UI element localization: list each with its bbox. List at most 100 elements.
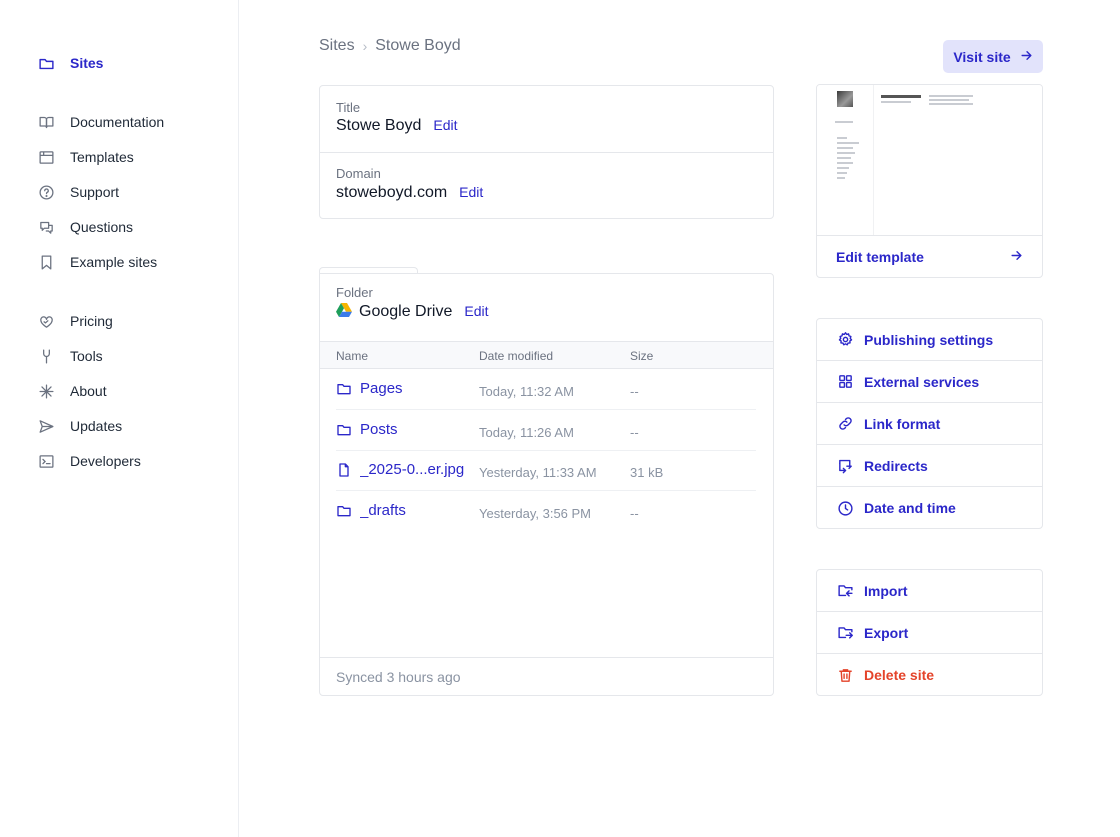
action-label: Link format [864, 415, 941, 432]
file-name: Posts [360, 421, 398, 438]
folder-export-icon [836, 624, 854, 642]
table-row[interactable]: Pages Today, 11:32 AM -- [336, 369, 756, 410]
book-icon [38, 114, 55, 131]
template-icon [38, 149, 55, 166]
sidebar-item-label: Documentation [70, 114, 165, 130]
sidebar-item-pricing[interactable]: Pricing [38, 310, 113, 332]
file-table-header: Name Date modified Size [320, 341, 773, 369]
sidebar: Sites Documentation Templates Support Qu… [0, 0, 239, 837]
template-preview-card: Edit template [816, 84, 1043, 278]
file-name: _drafts [360, 502, 406, 519]
column-size[interactable]: Size [630, 349, 653, 363]
title-field: Title Stowe Boyd Edit [336, 100, 458, 135]
import-button[interactable]: Import [817, 570, 1042, 612]
folder-label: Folder [336, 285, 373, 300]
file-name: Pages [360, 380, 403, 397]
folder-card: Folder Google Drive Edit Name Date modifi… [319, 273, 774, 696]
visit-site-button[interactable]: Visit site [943, 40, 1043, 73]
site-info-card: Title Stowe Boyd Edit Domain stoweboyd.co… [319, 85, 774, 219]
external-services-button[interactable]: External services [817, 361, 1042, 403]
folder-field: Folder Google Drive Edit [336, 285, 489, 321]
sync-status: Synced 3 hours ago [320, 657, 773, 696]
edit-template-button[interactable]: Edit template [817, 236, 1042, 277]
action-label: Redirects [864, 457, 928, 474]
sidebar-item-documentation[interactable]: Documentation [38, 111, 164, 133]
column-name[interactable]: Name [336, 349, 368, 363]
redirects-button[interactable]: Redirects [817, 445, 1042, 487]
bookmark-icon [38, 254, 55, 271]
edit-domain-link[interactable]: Edit [459, 184, 483, 200]
sidebar-item-label: Sites [70, 55, 104, 71]
action-label: Import [864, 582, 908, 599]
gear-icon [836, 331, 854, 349]
chevron-right-icon: › [362, 38, 368, 54]
sidebar-item-developers[interactable]: Developers [38, 450, 141, 472]
sidebar-item-label: Pricing [70, 313, 113, 329]
sidebar-item-label: About [70, 383, 107, 399]
export-button[interactable]: Export [817, 612, 1042, 654]
table-row[interactable]: _drafts Yesterday, 3:56 PM -- [336, 491, 756, 532]
publishing-settings-button[interactable]: Publishing settings [817, 319, 1042, 361]
folder-source: Google Drive [359, 303, 453, 320]
heart-hand-icon [38, 313, 55, 330]
asterisk-icon [38, 383, 55, 400]
sidebar-item-templates[interactable]: Templates [38, 146, 134, 168]
sidebar-item-support[interactable]: Support [38, 181, 119, 203]
sidebar-item-label: Developers [70, 453, 141, 469]
file-date: Yesterday, 11:33 AM [479, 465, 597, 480]
redirect-icon [836, 457, 854, 475]
edit-folder-link[interactable]: Edit [464, 303, 488, 319]
tools-icon [38, 348, 55, 365]
file-size: -- [630, 425, 639, 440]
folder-icon [336, 503, 352, 519]
sidebar-item-label: Templates [70, 149, 134, 165]
breadcrumb: Sites › Stowe Boyd [319, 36, 461, 56]
edit-template-label: Edit template [836, 249, 924, 265]
sidebar-item-example-sites[interactable]: Example sites [38, 251, 157, 273]
link-format-button[interactable]: Link format [817, 403, 1042, 445]
trash-icon [836, 666, 854, 684]
folder-icon [336, 422, 352, 438]
column-date-modified[interactable]: Date modified [479, 349, 553, 363]
sidebar-item-updates[interactable]: Updates [38, 415, 122, 437]
link-icon [836, 415, 854, 433]
file-size: 31 kB [630, 465, 664, 480]
sidebar-item-sites[interactable]: Sites [38, 52, 103, 74]
action-label: Date and time [864, 500, 956, 516]
folder-import-icon [836, 582, 854, 600]
grid-icon [836, 373, 854, 391]
title-value: Stowe Boyd [336, 117, 422, 134]
action-label: External services [864, 373, 980, 390]
file-name: _2025-0...er.jpg [360, 461, 464, 478]
file-date: Yesterday, 3:56 PM [479, 506, 592, 521]
action-label: Delete site [864, 667, 935, 683]
breadcrumb-sites-link[interactable]: Sites [319, 37, 355, 55]
google-drive-icon [336, 303, 352, 317]
file-date: Today, 11:32 AM [479, 384, 574, 399]
sidebar-item-label: Tools [70, 348, 103, 364]
site-settings-menu: Publishing settings External services Li… [816, 318, 1043, 529]
breadcrumb-current: Stowe Boyd [375, 37, 461, 54]
help-circle-icon [38, 184, 55, 201]
template-thumbnail[interactable] [817, 85, 1042, 236]
action-label: Export [864, 624, 909, 641]
delete-site-button[interactable]: Delete site [817, 654, 1042, 696]
terminal-icon [38, 453, 55, 470]
domain-label: Domain [336, 166, 381, 181]
file-size: -- [630, 384, 639, 399]
folder-icon [336, 381, 352, 397]
sidebar-item-label: Support [70, 184, 120, 200]
visit-site-label: Visit site [953, 48, 1011, 65]
edit-title-link[interactable]: Edit [433, 117, 457, 133]
chat-icon [38, 219, 55, 236]
folder-icon [38, 55, 55, 72]
sidebar-item-about[interactable]: About [38, 380, 107, 402]
date-and-time-button[interactable]: Date and time [817, 487, 1042, 529]
table-row[interactable]: _2025-0...er.jpg Yesterday, 11:33 AM 31 … [336, 450, 756, 491]
sidebar-item-questions[interactable]: Questions [38, 216, 133, 238]
sidebar-item-tools[interactable]: Tools [38, 345, 103, 367]
table-row[interactable]: Posts Today, 11:26 AM -- [336, 410, 756, 451]
file-icon [336, 462, 352, 478]
domain-value: stoweboyd.com [336, 184, 448, 201]
sidebar-item-label: Questions [70, 219, 134, 235]
